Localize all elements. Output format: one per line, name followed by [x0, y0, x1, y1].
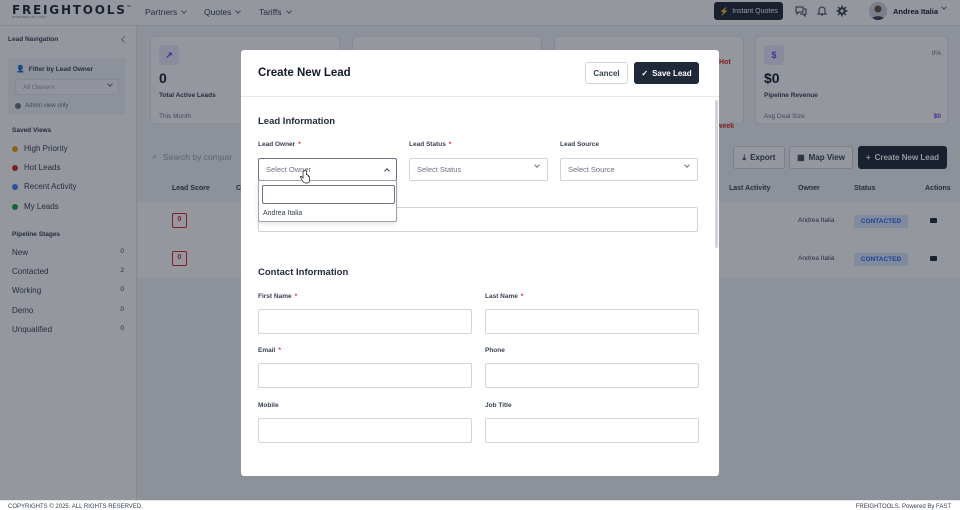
required-mark: *: [298, 141, 301, 148]
lead-status-label-text: Lead Status: [409, 141, 446, 148]
email-label-text: Email: [258, 347, 276, 354]
required-mark: *: [520, 293, 524, 300]
cancel-button[interactable]: Cancel: [585, 62, 628, 84]
footer: COPYRIGHTS © 2025. ALL RIGHTS RESERVED. …: [0, 500, 960, 510]
lead-status-label: Lead Status *: [409, 141, 451, 148]
last-name-input[interactable]: [485, 309, 699, 334]
chevron-up-icon: [384, 168, 390, 174]
mobile-input[interactable]: [258, 418, 472, 443]
mobile-label: Mobile: [258, 402, 279, 409]
lead-source-select[interactable]: Select Source: [560, 158, 698, 181]
hand-cursor-icon: [300, 170, 310, 184]
email-input[interactable]: [258, 363, 472, 388]
phone-input[interactable]: [485, 363, 699, 388]
lead-owner-label: Lead Owner *: [258, 141, 301, 148]
owner-dropdown-search[interactable]: [262, 185, 395, 204]
lead-source-placeholder: Select Source: [568, 165, 615, 174]
first-name-input[interactable]: [258, 309, 472, 334]
save-lead-button[interactable]: ✓ Save Lead: [634, 62, 699, 84]
owner-dropdown-menu: Andrea Italia: [258, 180, 397, 222]
footer-powered: FREIGHTOOLS. Powered By FAST: [855, 504, 951, 510]
modal-header: Create New Lead Cancel ✓ Save Lead: [241, 50, 719, 97]
footer-copyright: COPYRIGHTS © 2025. ALL RIGHTS RESERVED.: [8, 504, 143, 510]
lead-source-label: Lead Source: [560, 141, 600, 148]
chevron-down-icon: [684, 162, 690, 168]
save-lead-label: Save Lead: [652, 68, 692, 78]
check-icon: ✓: [641, 68, 649, 78]
required-mark: *: [448, 141, 452, 148]
create-lead-modal: Create New Lead Cancel ✓ Save Lead Lead …: [241, 50, 719, 476]
modal-scrollbar[interactable]: [715, 100, 718, 248]
owner-option[interactable]: Andrea Italia: [263, 210, 302, 217]
required-mark: *: [278, 347, 281, 354]
last-name-label-text: Last Name: [485, 293, 518, 300]
job-title-input[interactable]: [485, 418, 699, 443]
modal-title: Create New Lead: [258, 67, 351, 79]
required-mark: *: [294, 293, 298, 300]
job-title-label: Job Title: [485, 402, 512, 409]
first-name-label-text: First Name: [258, 293, 292, 300]
lead-owner-label-text: Lead Owner: [258, 141, 296, 148]
chevron-down-icon: [534, 162, 540, 168]
phone-label: Phone: [485, 347, 505, 354]
last-name-label: Last Name *: [485, 293, 523, 300]
email-label: Email *: [258, 347, 281, 354]
first-name-label: First Name *: [258, 293, 297, 300]
contact-info-heading: Contact Information: [258, 267, 349, 278]
lead-status-select[interactable]: Select Status: [409, 158, 548, 181]
lead-status-placeholder: Select Status: [417, 165, 462, 174]
lead-owner-select[interactable]: Select Owner: [258, 158, 397, 181]
lead-info-heading: Lead Information: [258, 116, 336, 127]
